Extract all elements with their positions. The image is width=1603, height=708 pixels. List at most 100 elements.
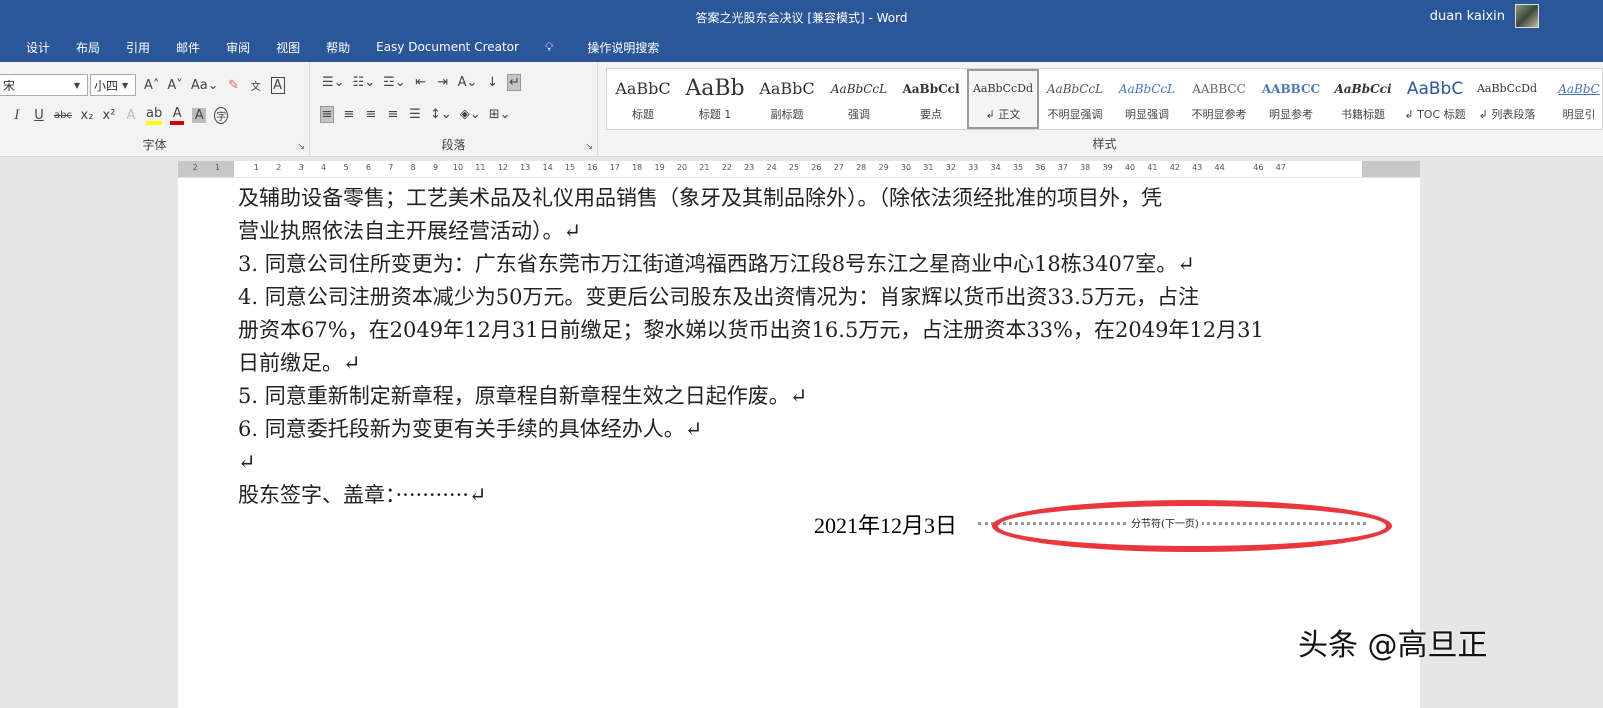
ruler-tick: 5 <box>343 163 349 172</box>
tell-me-label: 操作说明搜索 <box>587 40 660 55</box>
avatar[interactable] <box>1515 4 1539 28</box>
document-body[interactable]: 及辅助设备零售；工艺美术品及礼仪用品销售（象牙及其制品除外）。（除依法须经批准的… <box>238 182 1368 512</box>
multilevel-list-icon[interactable]: ☲⌄ <box>383 75 406 90</box>
subscript-icon[interactable]: x₂ <box>80 108 94 123</box>
grow-font-icon[interactable]: A˄ <box>144 78 159 93</box>
ruler-tick: 27 <box>833 163 844 172</box>
highlight-icon[interactable]: ab <box>145 106 163 125</box>
lightbulb-icon: 💡︎ <box>544 39 554 54</box>
increase-indent-icon[interactable]: ⇥ <box>436 75 450 90</box>
tab-easy-document-creator[interactable]: Easy Document Creator <box>376 40 519 54</box>
font-name-select[interactable]: 宋 ▼ <box>0 74 88 96</box>
style-preview: AaBbCci <box>1334 82 1392 96</box>
styles-gallery: AaBbC 标题 AaBb 标题 1 AaBbC 副标题 AaBbCcL 强调 AaBb… <box>606 68 1603 130</box>
ruler-tick: 24 <box>766 163 777 172</box>
shrink-font-icon[interactable]: A˅ <box>167 78 182 93</box>
line-spacing-icon[interactable]: ↕⌄ <box>430 107 452 122</box>
strikethrough-icon[interactable]: abc <box>54 110 72 121</box>
ruler-tick: 25 <box>788 163 800 172</box>
font-group-label: 字体 <box>142 138 167 152</box>
dialog-launcher-icon[interactable]: ↘ <box>297 142 305 152</box>
tab-design[interactable]: 设计 <box>26 39 50 56</box>
user-name[interactable]: duan kaixin <box>1430 9 1505 24</box>
phonetic-guide-icon[interactable]: 文 <box>249 78 263 93</box>
style-preview: AaBbCcDd <box>1476 82 1538 95</box>
style-intense-quote[interactable]: AaBbC 明显引 <box>1543 69 1603 129</box>
ruler-tick: 6 <box>365 163 371 172</box>
style-intense-emphasis[interactable]: AaBbCcL 明显强调 <box>1111 69 1183 129</box>
ribbon: 宋 ▼ 小四 ▼ A˄ A˅ Aa⌄ ✎ 文 A I U abc x₂ x² A a… <box>0 62 1603 157</box>
font-size-select[interactable]: 小四 ▼ <box>90 74 136 96</box>
style-normal[interactable]: AaBbCcDd ↲ 正文 <box>967 69 1039 129</box>
tell-me-search[interactable]: 💡︎ 操作说明搜索 <box>545 39 685 56</box>
align-center-icon[interactable]: ≡ <box>342 107 356 122</box>
show-formatting-marks-icon[interactable]: ↵ <box>507 74 522 91</box>
character-border-icon[interactable]: A <box>270 76 285 94</box>
clear-formatting-icon[interactable]: ✎ <box>227 78 241 93</box>
ruler-tick: 47 <box>1275 163 1286 172</box>
style-list-paragraph[interactable]: AaBbCcDd ↲ 列表段落 <box>1471 69 1543 129</box>
document-page[interactable]: 及辅助设备零售；工艺美术品及礼仪用品销售（象牙及其制品除外）。（除依法须经批准的… <box>178 178 1420 708</box>
style-preview: AaBbC <box>759 79 815 98</box>
justify-icon[interactable]: ≡ <box>386 107 400 122</box>
tab-references[interactable]: 引用 <box>126 39 150 56</box>
paragraph-line: 5. 同意重新制定新章程，原章程自新章程生效之日起作废。↵ <box>238 384 808 408</box>
tab-review[interactable]: 审阅 <box>226 39 250 56</box>
align-left-icon[interactable]: ≡ <box>320 106 334 123</box>
dialog-launcher-icon[interactable]: ↘ <box>585 142 593 152</box>
ruler-tick: 42 <box>1169 163 1180 172</box>
style-subtitle[interactable]: AaBbC 副标题 <box>751 69 823 129</box>
font-name-value: 宋 <box>3 78 16 93</box>
style-name: 标题 <box>632 108 654 121</box>
style-heading-1[interactable]: AaBb 标题 1 <box>679 69 751 129</box>
tab-layout[interactable]: 布局 <box>76 39 100 56</box>
distributed-icon[interactable]: ☰ <box>408 107 422 122</box>
numbering-icon[interactable]: ☷⌄ <box>353 75 376 90</box>
style-strong[interactable]: AaBbCcl 要点 <box>895 69 967 129</box>
ruler-tick: 4 <box>321 163 327 172</box>
style-book-title[interactable]: AaBbCci 书籍标题 <box>1327 69 1399 129</box>
ruler-tick: 31 <box>923 163 934 172</box>
ruler-tick: 1 <box>215 163 221 172</box>
style-emphasis[interactable]: AaBbCcL 强调 <box>823 69 895 129</box>
decrease-indent-icon[interactable]: ⇤ <box>414 75 428 90</box>
title-bar: 答案之光股东会决议 [兼容模式] - Word duan kaixin <box>0 0 1603 32</box>
style-name: 不明显强调 <box>1047 108 1103 121</box>
style-preview: AaBbCcL <box>1118 82 1176 96</box>
style-toc-heading[interactable]: AaBbC ↲ TOC 标题 <box>1399 69 1471 129</box>
italic-icon[interactable]: I <box>10 108 24 123</box>
ruler-tick: 20 <box>676 163 688 172</box>
tab-mailings[interactable]: 邮件 <box>176 39 200 56</box>
font-group: 宋 ▼ 小四 ▼ A˄ A˅ Aa⌄ ✎ 文 A I U abc x₂ x² A a… <box>0 62 310 157</box>
ruler-tick: 2 <box>192 163 198 172</box>
style-subtle-emphasis[interactable]: AaBbCcL 不明显强调 <box>1039 69 1111 129</box>
style-title[interactable]: AaBbC 标题 <box>607 69 679 129</box>
borders-icon[interactable]: ⊞⌄ <box>489 107 511 122</box>
change-case-icon[interactable]: Aa⌄ <box>191 78 219 93</box>
style-preview: AaBb <box>685 76 745 101</box>
tab-help[interactable]: 帮助 <box>326 39 350 56</box>
character-shading-icon[interactable]: A <box>192 108 207 123</box>
underline-icon[interactable]: U <box>32 108 46 123</box>
style-name: 明显强调 <box>1125 108 1169 121</box>
horizontal-ruler[interactable]: 2 1 1 2 3 4 5 6 7 8 9 10 11 12 13 14 15 16 17 18 19 20 21 22 23 2… <box>178 161 1420 177</box>
bullets-icon[interactable]: ☰⌄ <box>322 75 345 90</box>
ruler-tick: 16 <box>587 163 598 172</box>
align-right-icon[interactable]: ≡ <box>364 107 378 122</box>
asian-layout-icon[interactable]: A⌄ <box>458 75 478 90</box>
signature-date: 2021年12月3日 <box>814 513 958 538</box>
ruler-tick: 36 <box>1035 163 1046 172</box>
tab-view[interactable]: 视图 <box>276 39 300 56</box>
superscript-icon[interactable]: x² <box>102 108 116 123</box>
style-name: 要点 <box>920 108 942 121</box>
font-color-icon[interactable]: A <box>170 106 185 125</box>
shading-icon[interactable]: ◈⌄ <box>460 107 481 122</box>
style-subtle-reference[interactable]: AABBCC 不明显参考 <box>1183 69 1255 129</box>
style-name: 书籍标题 <box>1341 108 1385 121</box>
paragraph-line: 日前缴足。↵ <box>238 351 361 375</box>
ruler-tick: 35 <box>1012 163 1024 172</box>
text-effects-icon[interactable]: A <box>124 108 138 123</box>
style-intense-reference[interactable]: AABBCC 明显参考 <box>1255 69 1327 129</box>
enclose-characters-icon[interactable]: 字 <box>214 107 229 124</box>
sort-icon[interactable]: ↓ <box>485 75 499 90</box>
